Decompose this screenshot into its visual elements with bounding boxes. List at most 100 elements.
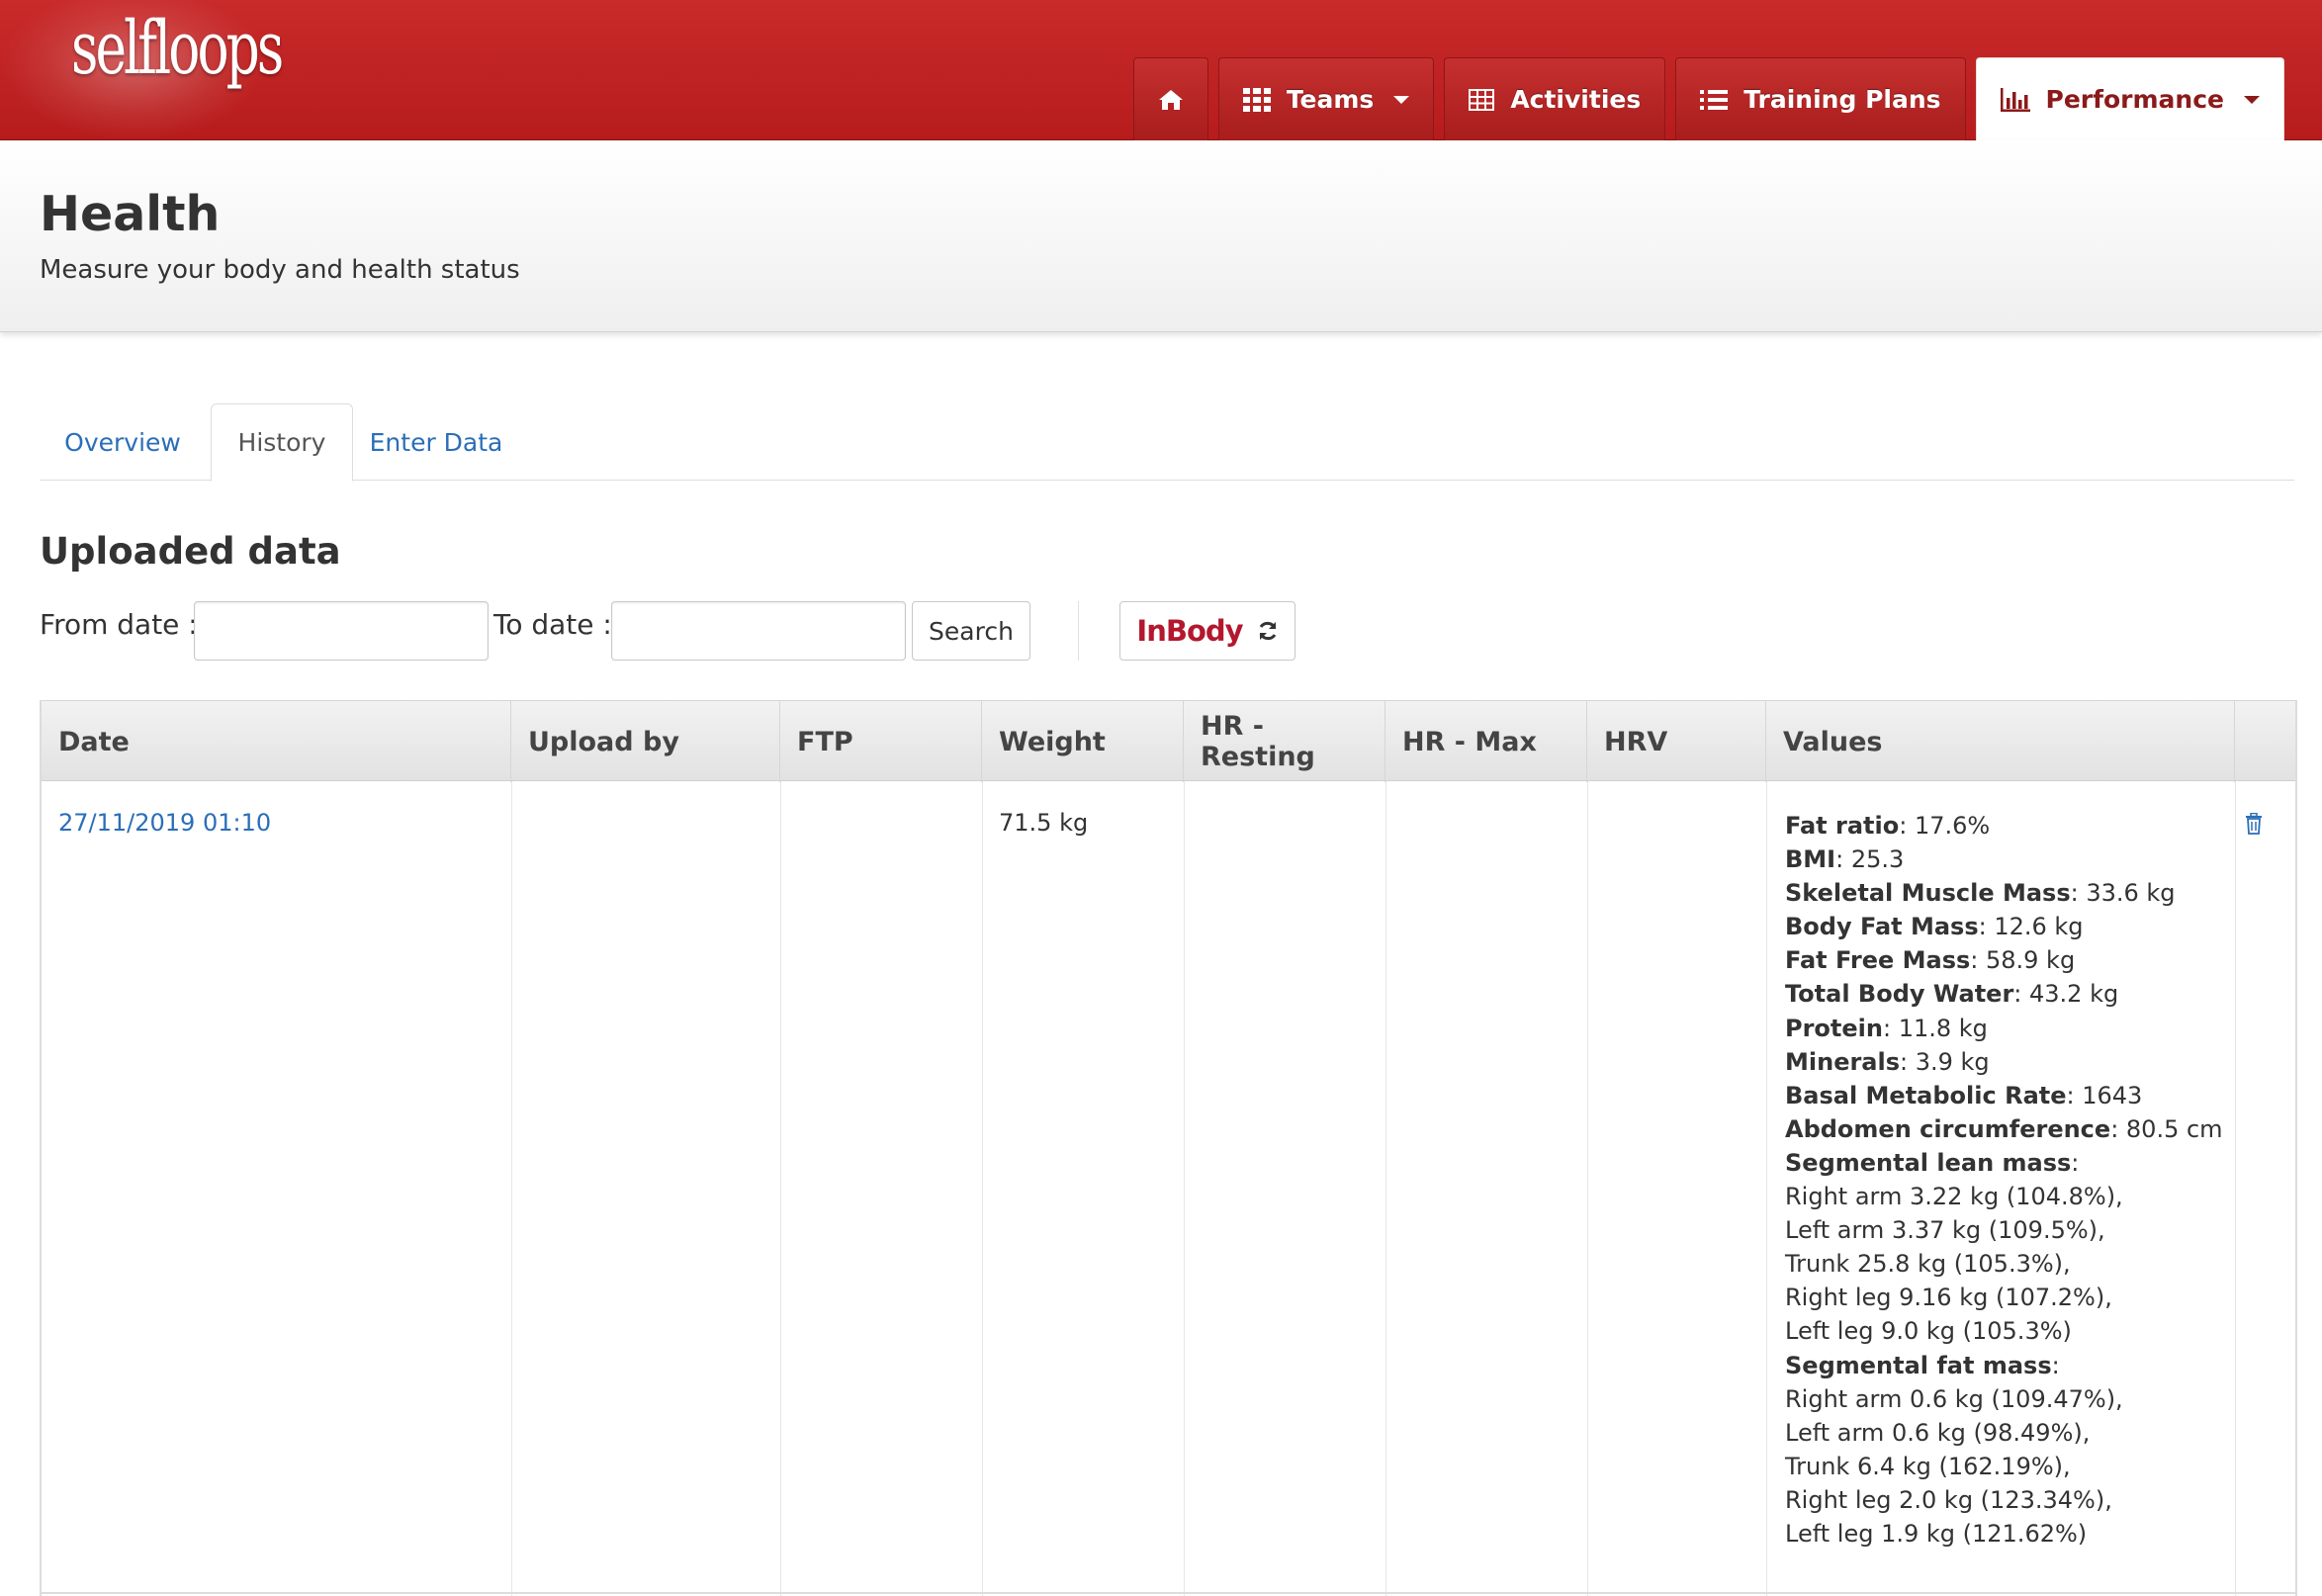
- col-hrv: HRV: [1587, 701, 1766, 782]
- value-text: Left leg 1.9 kg (121.62%): [1785, 1519, 2088, 1548]
- logo-text: selfloops: [71, 6, 284, 91]
- nav-performance-label: Performance: [2045, 85, 2224, 114]
- value-line: Minerals: 3.9 kg: [1785, 1045, 2250, 1079]
- value-text: Left arm 0.6 kg (98.49%),: [1785, 1418, 2091, 1447]
- section-title: Uploaded data: [40, 530, 341, 573]
- col-divider: [1385, 781, 1386, 1596]
- nav-teams[interactable]: Teams: [1217, 57, 1435, 140]
- home-icon: [1158, 88, 1184, 112]
- filter-divider: [1078, 601, 1079, 661]
- value-line: Right leg 2.0 kg (123.34%),: [1785, 1483, 2250, 1517]
- nav-home[interactable]: [1132, 57, 1208, 140]
- value-line: Trunk 6.4 kg (162.19%),: [1785, 1450, 2250, 1483]
- tab-overview[interactable]: Overview: [40, 403, 206, 481]
- nav-activities[interactable]: Activities: [1444, 57, 1666, 140]
- brand-logo[interactable]: selfloops: [0, 0, 284, 140]
- col-divider: [982, 781, 983, 1596]
- col-divider: [1184, 781, 1185, 1596]
- value-line: Segmental lean mass:: [1785, 1146, 2250, 1180]
- row-values: Fat ratio: 17.6% BMI: 25.3 Skeletal Muscle…: [1785, 809, 2250, 1551]
- trash-icon: [2245, 813, 2263, 835]
- value-key: Abdomen circumference: [1785, 1114, 2111, 1143]
- col-divider: [1587, 781, 1588, 1596]
- history-table: Date Upload by FTP Weight HR - Resting H…: [40, 700, 2297, 1596]
- table-icon: [1469, 88, 1495, 111]
- value-line: Left leg 1.9 kg (121.62%): [1785, 1517, 2250, 1551]
- nav-performance[interactable]: Performance: [1975, 57, 2284, 140]
- tab-bar: Overview History Enter Data: [40, 403, 2294, 482]
- col-hr-resting: HR - Resting: [1184, 701, 1385, 782]
- value-key: Body Fat Mass: [1785, 913, 1979, 941]
- col-hr-max: HR - Max: [1385, 701, 1587, 782]
- value-key: Skeletal Muscle Mass: [1785, 879, 2071, 908]
- tab-history[interactable]: History: [211, 403, 353, 482]
- value-text: : 58.9 kg: [1970, 946, 2076, 975]
- value-key: Segmental lean mass: [1785, 1148, 2072, 1177]
- value-key: Fat Free Mass: [1785, 946, 1971, 975]
- value-key: Minerals: [1785, 1047, 1901, 1076]
- value-text: : 11.8 kg: [1882, 1014, 1988, 1042]
- value-line: Abdomen circumference: 80.5 cm: [1785, 1112, 2250, 1146]
- value-line: Fat ratio: 17.6%: [1785, 809, 2250, 842]
- to-date-input[interactable]: [611, 601, 906, 661]
- nav-activities-label: Activities: [1510, 85, 1642, 114]
- top-navbar: selfloops Teams Activities Training Plan…: [0, 0, 2322, 140]
- value-text: Right leg 9.16 kg (107.2%),: [1785, 1284, 2112, 1312]
- value-line: BMI: 25.3: [1785, 842, 2250, 876]
- value-text: Trunk 6.4 kg (162.19%),: [1785, 1452, 2071, 1480]
- col-date: Date: [42, 701, 511, 782]
- value-line: Right arm 0.6 kg (109.47%),: [1785, 1382, 2250, 1416]
- nav-teams-label: Teams: [1286, 85, 1375, 114]
- col-values: Values: [1766, 701, 2235, 782]
- value-text: Right arm 0.6 kg (109.47%),: [1785, 1384, 2123, 1413]
- value-text: :: [2051, 1351, 2060, 1379]
- chevron-down-icon: [2244, 95, 2260, 104]
- from-date-input[interactable]: [194, 601, 489, 661]
- value-line: Segmental fat mass:: [1785, 1349, 2250, 1382]
- value-line: Trunk 25.8 kg (105.3%),: [1785, 1247, 2250, 1281]
- value-text: Left arm 3.37 kg (109.5%),: [1785, 1216, 2105, 1245]
- col-upload-by: Upload by: [511, 701, 780, 782]
- value-text: : 33.6 kg: [2070, 879, 2176, 908]
- value-key: Basal Metabolic Rate: [1785, 1081, 2067, 1109]
- delete-row-button[interactable]: [2245, 813, 2263, 839]
- to-date-label: To date :: [493, 608, 612, 641]
- value-line: Protein: 11.8 kg: [1785, 1012, 2250, 1045]
- tab-enter-data[interactable]: Enter Data: [358, 403, 514, 481]
- col-divider: [511, 781, 512, 1596]
- col-divider: [1766, 781, 1767, 1596]
- value-text: : 25.3: [1835, 845, 1905, 874]
- page-subtitle: Measure your body and health status: [40, 255, 520, 285]
- page-title: Health: [40, 186, 221, 242]
- col-ftp: FTP: [780, 701, 982, 782]
- value-text: Right leg 2.0 kg (123.34%),: [1785, 1485, 2112, 1514]
- list-icon: [1700, 89, 1729, 111]
- page-header: Health Measure your body and health stat…: [0, 140, 2322, 332]
- value-text: Right arm 3.22 kg (104.8%),: [1785, 1183, 2123, 1211]
- row-date-link[interactable]: 27/11/2019 01:10: [58, 809, 271, 837]
- inbody-sync-button[interactable]: InBody: [1119, 601, 1295, 661]
- nav-training-plans-label: Training Plans: [1743, 85, 1941, 114]
- nav-training-plans[interactable]: Training Plans: [1675, 57, 1966, 140]
- col-divider: [780, 781, 781, 1596]
- col-weight: Weight: [982, 701, 1184, 782]
- table-row-border: [42, 1592, 2295, 1594]
- value-line: Left arm 3.37 kg (109.5%),: [1785, 1213, 2250, 1247]
- value-text: Trunk 25.8 kg (105.3%),: [1785, 1250, 2071, 1279]
- value-line: Left arm 0.6 kg (98.49%),: [1785, 1416, 2250, 1450]
- value-line: Fat Free Mass: 58.9 kg: [1785, 943, 2250, 977]
- row-weight: 71.5 kg: [999, 809, 1089, 837]
- value-line: Total Body Water: 43.2 kg: [1785, 977, 2250, 1011]
- search-button[interactable]: Search: [912, 601, 1030, 661]
- value-line: Left leg 9.0 kg (105.3%): [1785, 1314, 2250, 1348]
- value-key: BMI: [1785, 845, 1836, 874]
- refresh-icon: [1257, 620, 1279, 642]
- value-line: Right leg 9.16 kg (107.2%),: [1785, 1281, 2250, 1314]
- value-text: : 80.5 cm: [2110, 1114, 2223, 1143]
- inbody-logo: InBody: [1136, 614, 1243, 648]
- value-line: Body Fat Mass: 12.6 kg: [1785, 910, 2250, 943]
- value-key: Fat ratio: [1785, 812, 1900, 840]
- value-text: : 1643: [2066, 1081, 2143, 1109]
- chevron-down-icon: [1393, 95, 1410, 104]
- value-text: :: [2071, 1148, 2080, 1177]
